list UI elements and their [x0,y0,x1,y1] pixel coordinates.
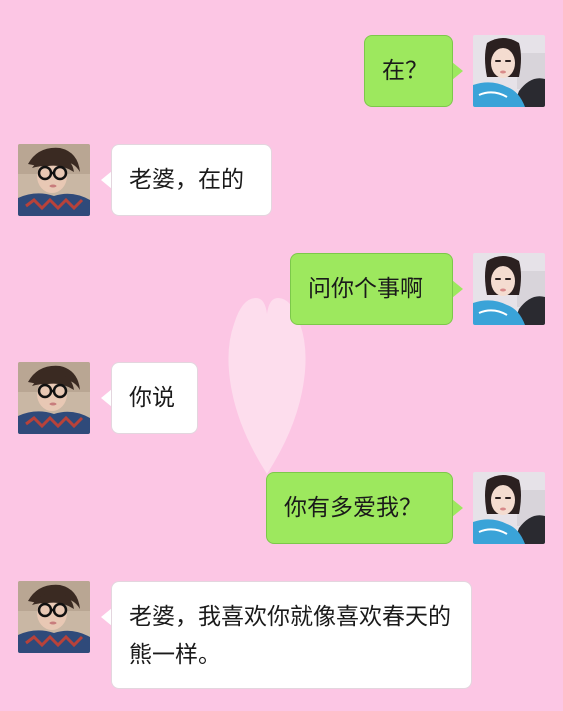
boy-avatar[interactable] [18,144,90,216]
sent-message-bubble[interactable]: 你有多爱我？ [266,472,453,544]
sent-message-bubble[interactable]: 在？ [364,35,453,107]
girl-avatar[interactable] [473,35,545,107]
message-text: 问你个事啊 [308,276,423,302]
message-text: 老婆，在的 [129,167,244,193]
message-text: 在？ [382,58,428,84]
chat-window[interactable]: 在？ 老婆，在的 问你个事啊 你说 你有多爱我？ 老婆，我喜欢你就像喜欢春天的熊… [0,0,563,711]
received-message-bubble[interactable]: 老婆，我喜欢你就像喜欢春天的熊一样。 [111,581,472,689]
girl-avatar[interactable] [473,472,545,544]
boy-avatar[interactable] [18,581,90,653]
boy-avatar-image [18,144,90,216]
boy-avatar-image [18,362,90,434]
sent-bubble-tail [452,62,463,80]
message-text: 你有多爱我？ [284,495,422,521]
girl-avatar-image [473,472,545,544]
girl-avatar[interactable] [473,253,545,325]
girl-avatar-image [473,35,545,107]
girl-avatar-image [473,253,545,325]
boy-avatar[interactable] [18,362,90,434]
received-message-bubble[interactable]: 老婆，在的 [111,144,272,216]
sent-message-bubble[interactable]: 问你个事啊 [290,253,453,325]
sent-bubble-tail [452,499,463,517]
message-text: 你说 [129,385,175,411]
received-message-bubble[interactable]: 你说 [111,362,198,434]
boy-avatar-image [18,581,90,653]
sent-bubble-tail [452,280,463,298]
message-text: 老婆，我喜欢你就像喜欢春天的熊一样。 [129,604,451,668]
